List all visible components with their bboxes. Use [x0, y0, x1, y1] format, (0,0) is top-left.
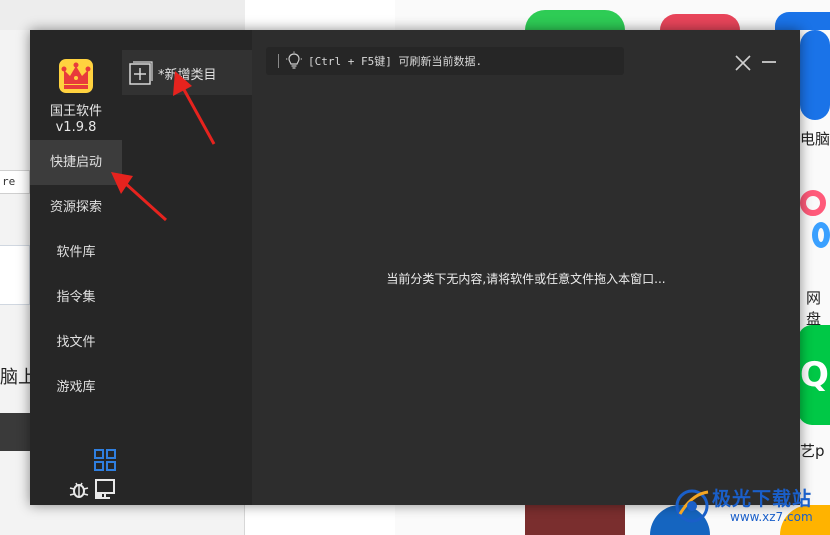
- lightbulb-icon: [286, 51, 302, 69]
- watermark: 极光下载站 www.xz7.com: [672, 482, 828, 532]
- red-app-icon[interactable]: [660, 14, 740, 30]
- nav-software-library[interactable]: 软件库: [30, 230, 122, 275]
- background-window-strip: [0, 0, 245, 30]
- hint-bar: [Ctrl + F5键] 可刷新当前数据.: [266, 47, 624, 75]
- background-panel: [0, 245, 30, 305]
- nav-game-library[interactable]: 游戏库: [30, 365, 122, 410]
- grid-icon[interactable]: [94, 449, 116, 471]
- category-column: *新增类目: [122, 30, 252, 505]
- content-area[interactable]: [Ctrl + F5键] 可刷新当前数据. 当前分类下无内容,请将软件或任意文件…: [252, 30, 800, 505]
- blue-shield-app-icon[interactable]: [775, 12, 830, 30]
- watermark-url: www.xz7.com: [730, 510, 813, 524]
- blue-shield-app-icon-body: [800, 30, 830, 120]
- background-dark-strip: [0, 413, 30, 451]
- close-icon[interactable]: [734, 54, 752, 72]
- app-window: 国王软件 v1.9.8 快捷启动 资源探索 软件库 指令集 找文件 游戏库 *新…: [30, 30, 800, 505]
- background-bottom: [245, 505, 395, 535]
- hint-separator: [278, 54, 279, 68]
- nav-find-files[interactable]: 找文件: [30, 320, 122, 365]
- iqiyi-logo-text: QI: [800, 355, 830, 395]
- empty-content-message: 当前分类下无内容,请将软件或任意文件拖入本窗口...: [386, 272, 666, 286]
- sidebar: 国王软件 v1.9.8 快捷启动 资源探索 软件库 指令集 找文件 游戏库: [30, 30, 122, 505]
- netdisk-app-icon[interactable]: [800, 190, 826, 216]
- nav-command-set[interactable]: 指令集: [30, 275, 122, 320]
- minimize-button[interactable]: [762, 61, 776, 63]
- crown-logo-icon: [59, 59, 93, 93]
- add-category-label: *新增类目: [158, 68, 217, 83]
- watermark-logo-icon: [675, 489, 709, 523]
- watermark-title: 极光下载站: [712, 488, 813, 510]
- bug-icon[interactable]: [68, 478, 90, 500]
- screen-icon[interactable]: [94, 478, 118, 500]
- background-field: re: [0, 170, 30, 194]
- nav-quick-launch[interactable]: 快捷启动: [30, 140, 122, 185]
- add-category-button[interactable]: *新增类目: [122, 50, 252, 95]
- app-version: v1.9.8: [55, 120, 97, 135]
- winrar-app-icon[interactable]: [525, 505, 625, 535]
- hint-text: [Ctrl + F5键] 可刷新当前数据.: [308, 55, 483, 68]
- app-name: 国王软件: [49, 104, 102, 119]
- app-label-iqiyi: 艺p: [800, 442, 825, 460]
- wechat-app-icon[interactable]: [525, 10, 625, 30]
- nav-resource-explore[interactable]: 资源探索: [30, 185, 122, 230]
- app-label-pc: 电脑: [800, 130, 830, 148]
- netdisk-app-icon-part: [812, 222, 830, 248]
- app-label-netdisk: 网盘: [806, 289, 822, 328]
- add-category-icon: [129, 61, 153, 85]
